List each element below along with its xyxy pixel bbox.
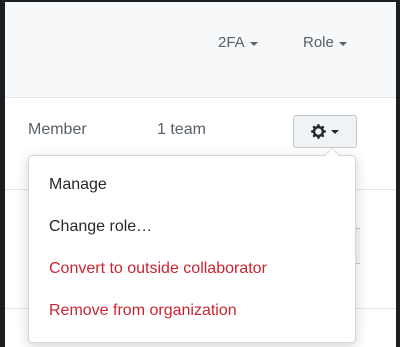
twofa-filter-dropdown[interactable]: 2FA xyxy=(218,34,258,51)
convert-to-collaborator-menu-item[interactable]: Convert to outside collaborator xyxy=(29,248,355,290)
chevron-down-icon xyxy=(249,41,258,46)
role-filter-dropdown[interactable]: Role xyxy=(303,34,347,51)
member-actions-button[interactable] xyxy=(293,115,357,148)
chevron-down-icon xyxy=(331,129,339,134)
change-role-menu-item[interactable]: Change role… xyxy=(29,206,355,248)
member-actions-menu: Manage Change role… Convert to outside c… xyxy=(28,148,356,343)
gear-icon xyxy=(311,124,326,139)
remove-from-organization-menu-item[interactable]: Remove from organization xyxy=(29,290,355,332)
twofa-filter-label: 2FA xyxy=(218,34,245,51)
window-border-right xyxy=(396,0,400,347)
chevron-down-icon xyxy=(338,41,347,46)
members-table-header: 2FA Role xyxy=(5,2,396,98)
member-teams-link[interactable]: 1 team xyxy=(157,121,206,139)
window-border-left xyxy=(0,0,5,347)
members-panel: 2FA Role Member 1 team Manage Change rol… xyxy=(0,0,400,347)
member-role: Member xyxy=(28,121,87,138)
manage-menu-item[interactable]: Manage xyxy=(29,164,355,206)
dropdown-caret-pointer xyxy=(324,148,340,156)
window-border-top xyxy=(0,0,400,2)
role-filter-label: Role xyxy=(303,34,334,51)
